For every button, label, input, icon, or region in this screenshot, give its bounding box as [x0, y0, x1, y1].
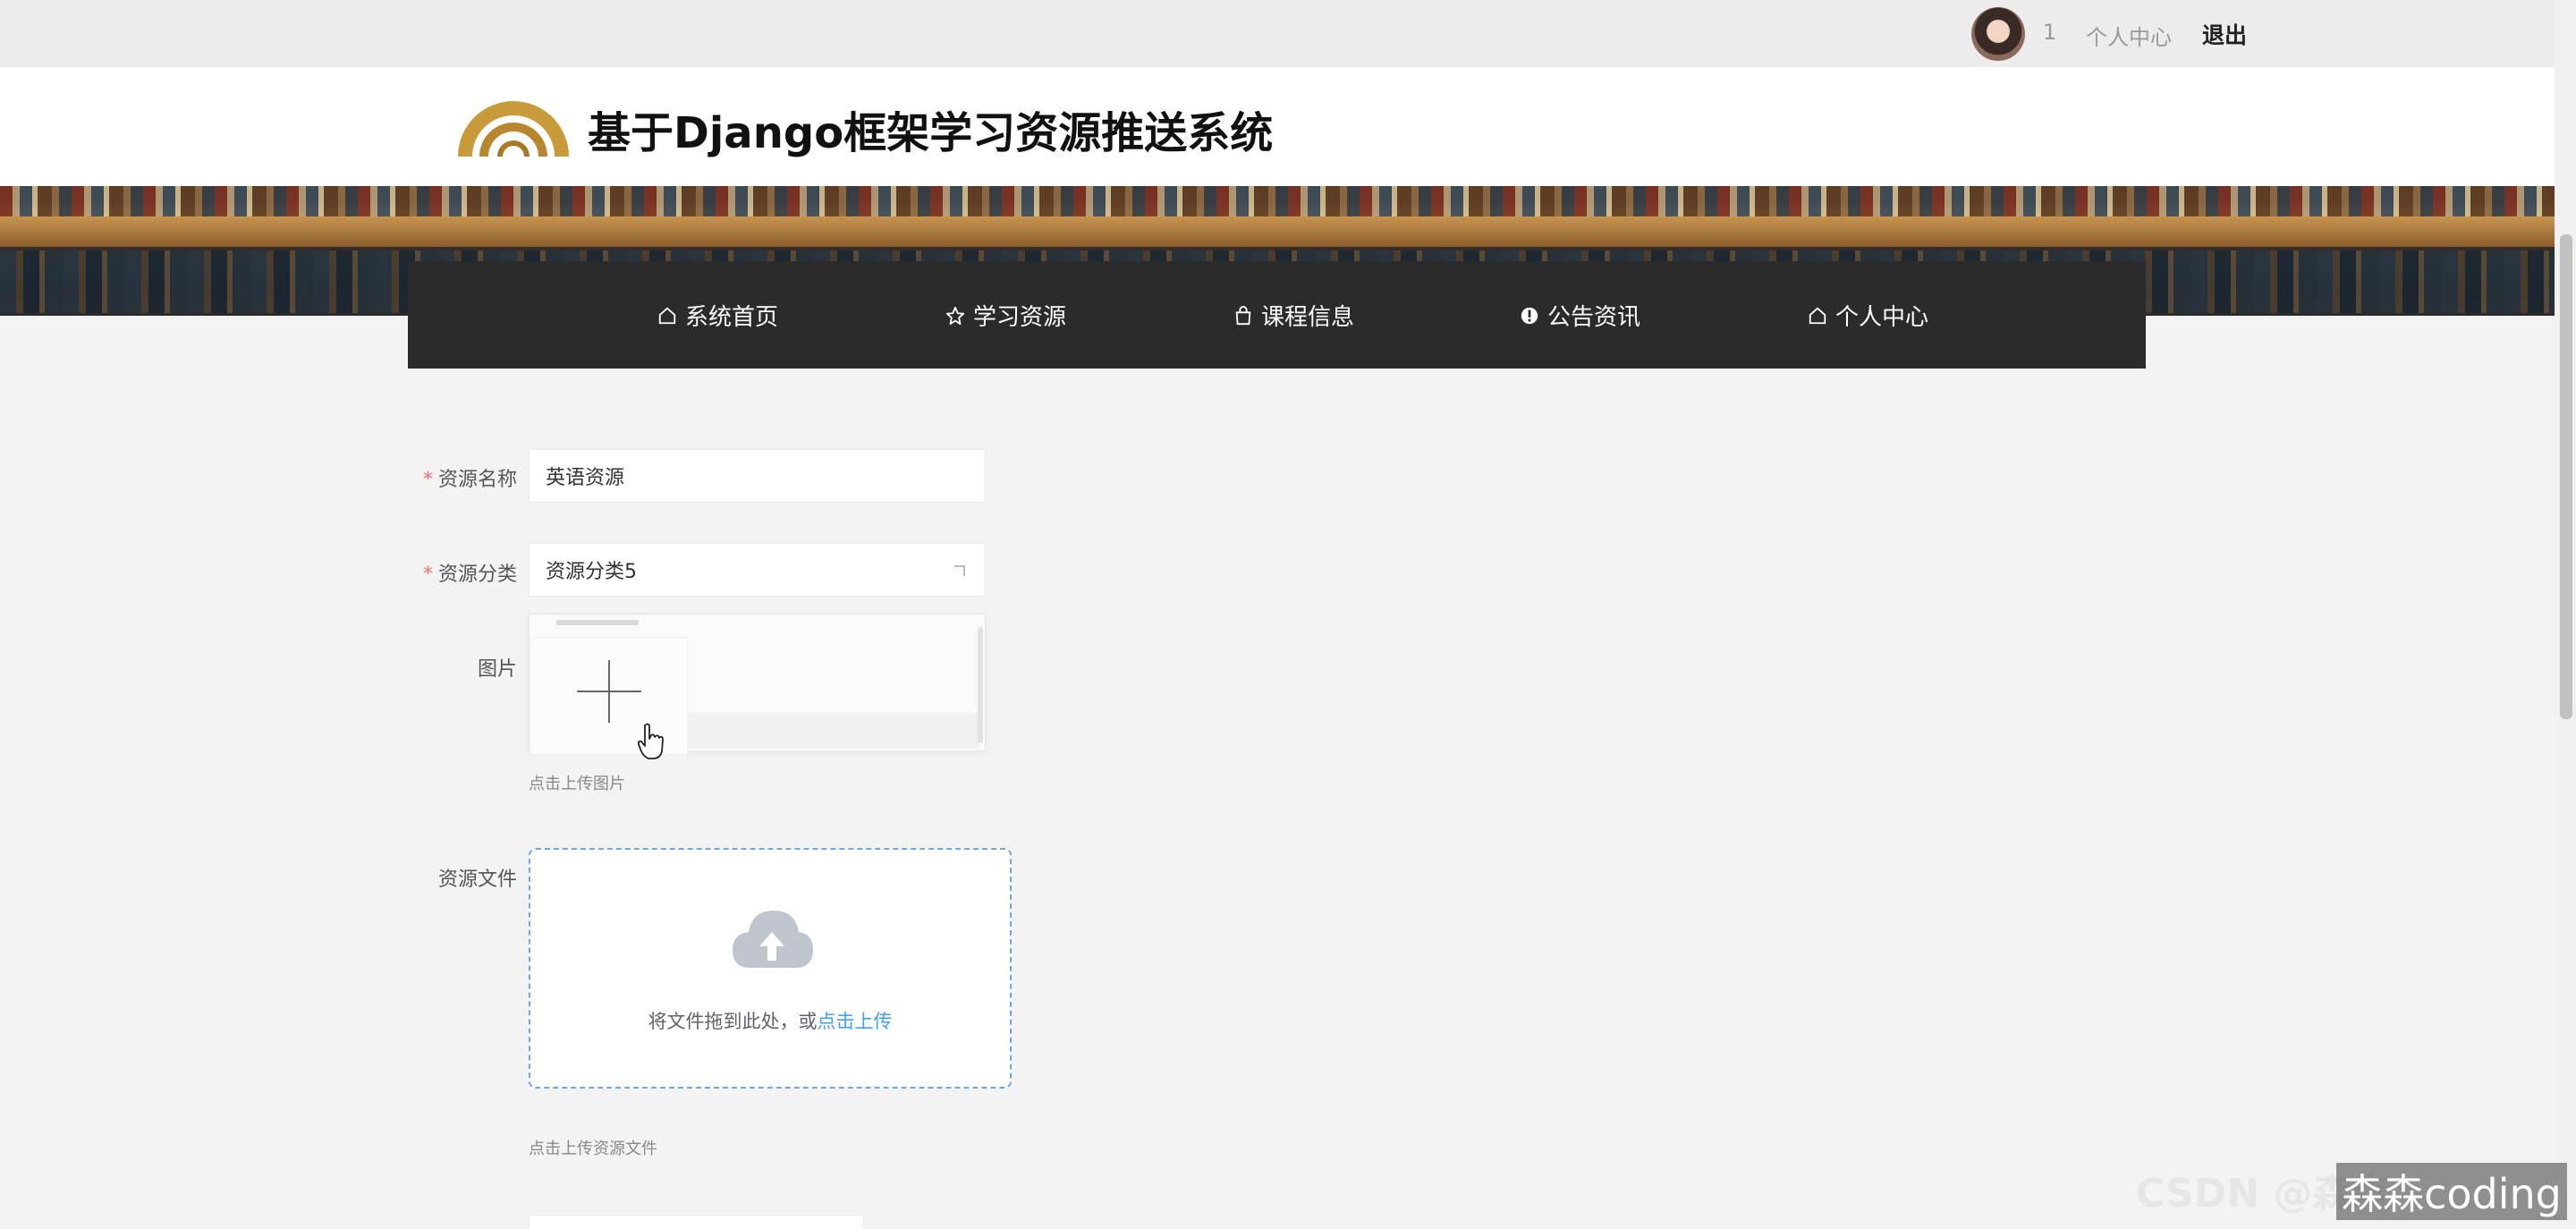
file-hint: 点击上传资源文件: [529, 1140, 657, 1158]
nav-item-resources[interactable]: 学习资源: [945, 299, 1066, 332]
nav-label: 个人中心: [1835, 304, 1929, 331]
info-icon: [1519, 305, 1540, 326]
nav-label: 公告资讯: [1547, 304, 1641, 331]
dropzone-text: 将文件拖到此处，或点击上传: [648, 1011, 893, 1032]
avatar[interactable]: [1971, 7, 2025, 61]
chevron-down-icon: [954, 565, 965, 576]
username: 1: [2043, 20, 2057, 45]
nav-label: 学习资源: [973, 304, 1067, 331]
image-hint: 点击上传图片: [529, 775, 625, 793]
image-label: 图片: [477, 658, 517, 681]
home-icon: [657, 305, 678, 326]
personal-center-link[interactable]: 个人中心: [2086, 20, 2172, 51]
logo-icon: [458, 101, 569, 157]
site-header: 基于Django框架学习资源推送系统: [0, 67, 2555, 186]
nav-item-courses[interactable]: 课程信息: [1233, 299, 1354, 332]
resource-file-label: 资源文件: [437, 869, 517, 891]
nav-label: 系统首页: [685, 304, 779, 331]
nav-item-news[interactable]: 公告资讯: [1519, 299, 1640, 332]
nav-item-profile[interactable]: 个人中心: [1807, 299, 1928, 332]
resource-name-label: * 资源名称: [422, 469, 517, 491]
bag-icon: [1233, 305, 1254, 326]
upload-cloud-icon: [733, 911, 813, 968]
star-icon: [945, 305, 966, 326]
logout-link[interactable]: 退出: [2202, 18, 2247, 50]
main-nav: 系统首页 学习资源 课程信息 公告资讯 个人中心: [408, 261, 2146, 369]
nav-label: 课程信息: [1261, 304, 1355, 331]
upload-link[interactable]: 点击上传: [818, 1011, 893, 1032]
nav-item-home[interactable]: 系统首页: [657, 299, 778, 332]
file-dropzone[interactable]: 将文件拖到此处，或点击上传: [529, 848, 1012, 1089]
next-input[interactable]: [529, 1215, 864, 1229]
resource-name-input[interactable]: 英语资源: [529, 449, 986, 503]
scrollbar-thumb[interactable]: [2560, 234, 2572, 719]
watermark: 森森coding: [2336, 1163, 2567, 1220]
hand-cursor-icon: [637, 723, 664, 759]
resource-category-select[interactable]: 资源分类5: [529, 543, 986, 597]
site-title: 基于Django框架学习资源推送系统: [588, 108, 1274, 158]
home-icon: [1807, 305, 1828, 326]
resource-category-label: * 资源分类: [422, 564, 517, 586]
